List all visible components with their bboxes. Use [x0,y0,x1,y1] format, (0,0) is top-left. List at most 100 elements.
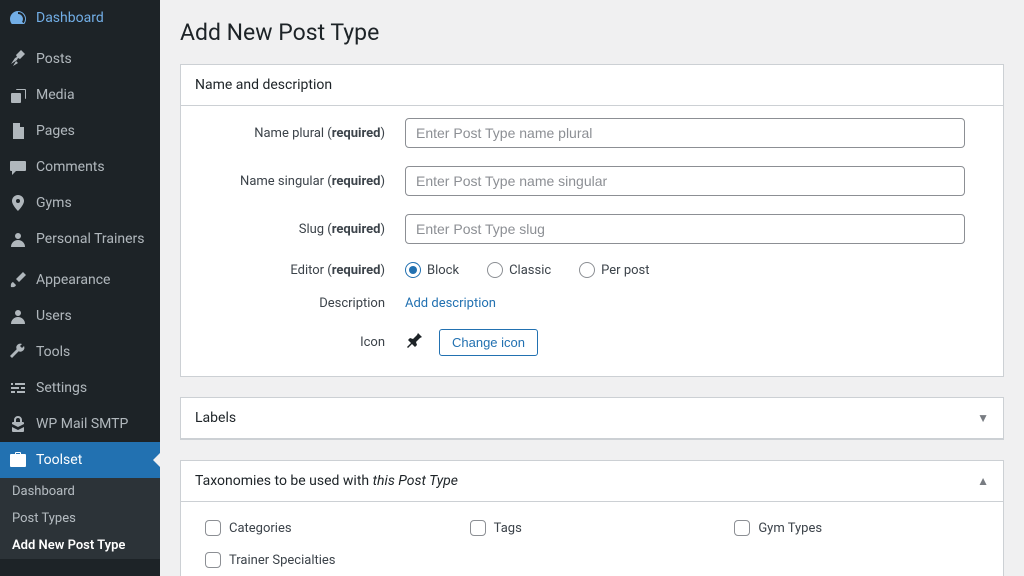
checkbox-label: Gym Types [758,521,822,536]
sidebar-item-users[interactable]: Users [0,298,160,334]
sidebar-item-posts[interactable]: Posts [0,41,160,77]
radio-block[interactable]: Block [405,262,459,278]
radio-icon [579,262,595,278]
form-row-editor: Editor (required) Block Classic [195,262,989,278]
control-icon: Change icon [405,329,989,356]
mail-icon [8,414,28,434]
label-text: Editor [290,263,324,278]
control-editor: Block Classic Per post [405,262,989,278]
label-text: Name plural [254,126,324,141]
checkbox-categories[interactable]: Categories [205,520,450,536]
sidebar-item-settings[interactable]: Settings [0,370,160,406]
form-row-icon: Icon Change icon [195,329,989,356]
title-emphasis: this Post Type [373,473,458,489]
add-description-link[interactable]: Add description [405,296,496,311]
radio-per-post[interactable]: Per post [579,262,649,278]
label-text: Icon [360,335,385,350]
checkbox-gym-types[interactable]: Gym Types [734,520,979,536]
input-name-plural[interactable] [405,118,965,148]
sidebar-item-dashboard[interactable]: Dashboard [0,0,160,36]
control-name-singular [405,166,989,196]
form-row-name-plural: Name plural (required) [195,118,989,148]
label-name-singular: Name singular (required) [195,174,405,189]
panel-title-text: Taxonomies to be used with this Post Typ… [195,473,458,489]
sidebar-item-pages[interactable]: Pages [0,113,160,149]
chevron-up-icon: ▲ [977,474,989,488]
checkbox-icon [205,520,221,536]
checkbox-tags[interactable]: Tags [470,520,715,536]
checkbox-label: Trainer Specialties [229,553,336,568]
sidebar-item-appearance[interactable]: Appearance [0,262,160,298]
pages-icon [8,121,28,141]
radio-label: Block [427,263,459,278]
panel-header-taxonomies[interactable]: Taxonomies to be used with this Post Typ… [181,461,1003,502]
label-name-plural: Name plural (required) [195,126,405,141]
submenu-item-dashboard[interactable]: Dashboard [0,478,160,505]
form-row-slug: Slug (required) [195,214,989,244]
sidebar-label: Media [36,87,75,103]
checkbox-label: Tags [494,521,522,536]
panel-header-labels[interactable]: Labels ▼ [181,398,1003,439]
person-icon [8,229,28,249]
radio-classic[interactable]: Classic [487,262,551,278]
sidebar-item-media[interactable]: Media [0,77,160,113]
sidebar-submenu: Dashboard Post Types Add New Post Type [0,478,160,559]
label-slug: Slug (required) [195,222,405,237]
sidebar-item-wp-mail-smtp[interactable]: WP Mail SMTP [0,406,160,442]
panel-body-name: Name plural (required) Name singular (re… [181,106,1003,376]
panel-name-description: Name and description Name plural (requir… [180,64,1004,377]
sidebar-label: WP Mail SMTP [36,416,128,432]
suitcase-icon [8,450,28,470]
label-text: Slug [299,222,324,237]
taxonomy-grid: Categories Tags Gym Types Trainer Specia… [195,514,989,574]
required-text: required [332,263,381,278]
sidebar-label: Users [36,308,72,324]
submenu-item-post-types[interactable]: Post Types [0,505,160,532]
sidebar-label: Posts [36,51,72,67]
panel-title-text: Labels [195,410,236,426]
panel-body-taxonomies: Categories Tags Gym Types Trainer Specia… [181,502,1003,576]
label-editor: Editor (required) [195,263,405,278]
wrench-icon [8,342,28,362]
location-icon [8,193,28,213]
sidebar-label: Settings [36,380,87,396]
thumbtack-icon [405,330,425,355]
label-icon: Icon [195,335,405,350]
checkbox-label: Categories [229,521,292,536]
label-text: Description [319,296,385,311]
change-icon-button[interactable]: Change icon [439,329,538,356]
panel-header-name: Name and description [181,65,1003,106]
sidebar-label: Tools [36,344,70,360]
media-icon [8,85,28,105]
form-row-name-singular: Name singular (required) [195,166,989,196]
sidebar-item-toolset[interactable]: Toolset [0,442,160,478]
checkbox-icon [470,520,486,536]
label-description: Description [195,296,405,311]
radio-icon [487,262,503,278]
sidebar-item-personal-trainers[interactable]: Personal Trainers [0,221,160,257]
checkbox-trainer-specialties[interactable]: Trainer Specialties [205,552,450,568]
sidebar-label: Personal Trainers [36,231,145,247]
control-description: Add description [405,296,989,311]
sidebar-label: Comments [36,159,105,175]
sliders-icon [8,378,28,398]
page-title: Add New Post Type [180,19,1004,46]
panel-labels: Labels ▼ [180,397,1004,440]
dashboard-icon [8,8,28,28]
panel-taxonomies: Taxonomies to be used with this Post Typ… [180,460,1004,576]
input-slug[interactable] [405,214,965,244]
required-text: required [332,222,381,237]
checkbox-icon [205,552,221,568]
sidebar-item-gyms[interactable]: Gyms [0,185,160,221]
input-name-singular[interactable] [405,166,965,196]
sidebar-item-tools[interactable]: Tools [0,334,160,370]
submenu-item-add-new-post-type[interactable]: Add New Post Type [0,532,160,559]
sidebar-label: Toolset [36,452,82,468]
sidebar-item-comments[interactable]: Comments [0,149,160,185]
sidebar-label: Appearance [36,272,110,288]
control-slug [405,214,989,244]
radio-label: Per post [601,263,649,278]
panel-title-text: Name and description [195,77,332,93]
sidebar-label: Gyms [36,195,72,211]
icon-row: Change icon [405,329,989,356]
